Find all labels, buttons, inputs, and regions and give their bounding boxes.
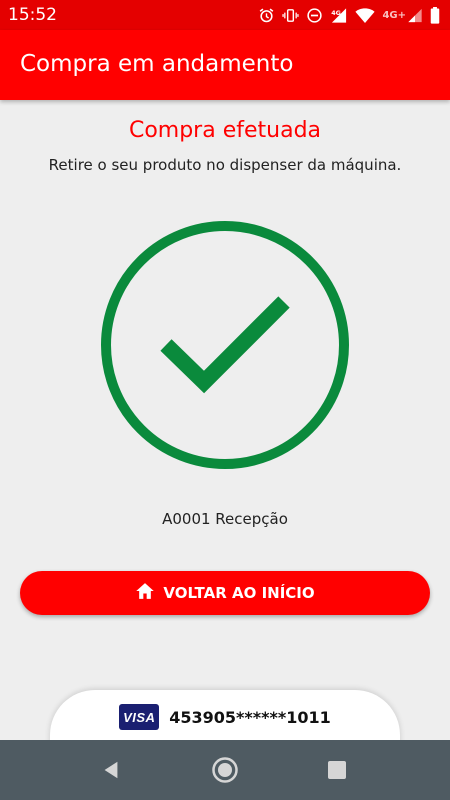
battery-icon	[430, 6, 440, 24]
do-not-disturb-icon	[306, 7, 323, 24]
status-bar: 15:52 4G 4G+	[0, 0, 450, 30]
check-circle-icon	[100, 220, 350, 475]
wifi-icon	[355, 7, 376, 24]
back-icon[interactable]	[97, 756, 125, 784]
alarm-icon	[258, 7, 275, 24]
home-nav-icon[interactable]	[211, 756, 239, 784]
home-icon	[135, 581, 155, 606]
app-bar: Compra em andamento	[0, 30, 450, 100]
svg-text:4G: 4G	[332, 8, 342, 16]
pickup-instruction: Retire o seu produto no dispenser da máq…	[48, 156, 402, 174]
back-to-home-button[interactable]: VOLTAR AO INÍCIO	[20, 571, 430, 615]
card-number: 453905******1011	[169, 707, 331, 727]
vibrate-icon	[282, 7, 300, 24]
machine-label: A0001 Recepção	[162, 510, 288, 528]
app-title: Compra em andamento	[20, 51, 294, 77]
network-type-label: 4G+	[382, 9, 406, 21]
status-time: 15:52	[8, 5, 57, 25]
recents-icon[interactable]	[323, 756, 351, 784]
purchase-status-heading: Compra efetuada	[128, 118, 322, 143]
status-icons: 4G 4G+	[258, 6, 440, 24]
signal-icon	[407, 7, 423, 24]
signal-4g-icon: 4G	[330, 7, 348, 24]
payment-card-row: VISA 453905******1011	[50, 704, 400, 730]
visa-logo: VISA	[119, 704, 160, 730]
back-to-home-label: VOLTAR AO INÍCIO	[163, 584, 315, 602]
system-navigation-bar	[0, 740, 450, 800]
